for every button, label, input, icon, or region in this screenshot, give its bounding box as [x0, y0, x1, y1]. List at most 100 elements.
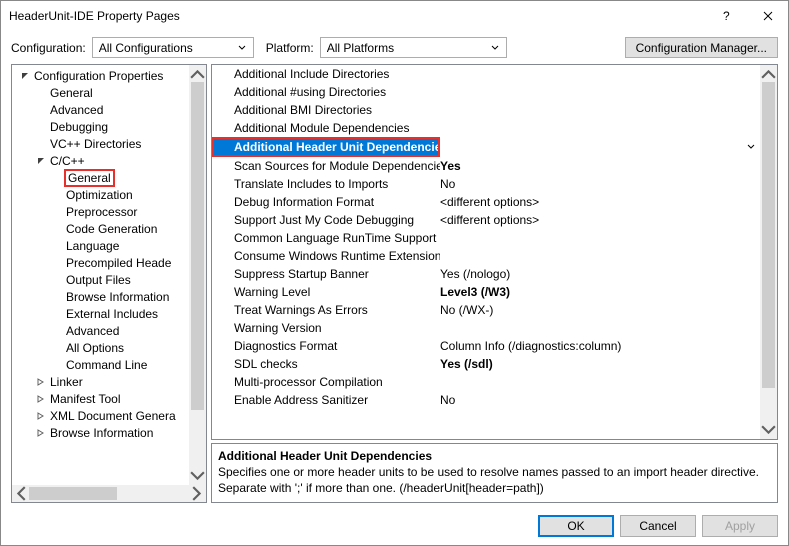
property-row[interactable]: Support Just My Code Debugging<different…: [212, 211, 760, 229]
tree-item[interactable]: Language: [12, 237, 189, 254]
tree-item[interactable]: Optimization: [12, 186, 189, 203]
property-name: SDL checks: [212, 357, 440, 371]
property-row[interactable]: Diagnostics FormatColumn Info (/diagnost…: [212, 337, 760, 355]
property-row[interactable]: Additional Header Unit Dependencies: [212, 137, 760, 157]
property-row[interactable]: Additional #using Directories: [212, 83, 760, 101]
tree-item[interactable]: All Options: [12, 339, 189, 356]
cancel-button[interactable]: Cancel: [620, 515, 696, 537]
expand-closed-icon[interactable]: [34, 412, 48, 420]
window-title: HeaderUnit-IDE Property Pages: [9, 9, 708, 23]
tree-item[interactable]: External Includes: [12, 305, 189, 322]
property-row[interactable]: Warning Version: [212, 319, 760, 337]
property-row[interactable]: Treat Warnings As ErrorsNo (/WX-): [212, 301, 760, 319]
close-button[interactable]: [748, 1, 788, 31]
property-value[interactable]: Level3 (/W3): [440, 285, 760, 299]
property-row[interactable]: Consume Windows Runtime Extension: [212, 247, 760, 265]
tree-label: General: [48, 86, 95, 100]
property-value[interactable]: Yes (/nologo): [440, 267, 760, 281]
expand-closed-icon[interactable]: [34, 395, 48, 403]
tree-item[interactable]: Browse Information: [12, 424, 189, 441]
tree-item[interactable]: Advanced: [12, 322, 189, 339]
expand-closed-icon[interactable]: [34, 378, 48, 386]
expand-open-icon[interactable]: [34, 157, 48, 165]
property-row[interactable]: Warning LevelLevel3 (/W3): [212, 283, 760, 301]
svg-text:?: ?: [723, 11, 730, 21]
ok-button[interactable]: OK: [538, 515, 614, 537]
property-value[interactable]: <different options>: [440, 213, 760, 227]
tree-item[interactable]: Command Line: [12, 356, 189, 373]
property-row[interactable]: Scan Sources for Module DependenciesYes: [212, 157, 760, 175]
property-name: Additional Header Unit Dependencies: [212, 137, 440, 157]
property-name: Additional Module Dependencies: [212, 121, 440, 135]
property-row[interactable]: Additional BMI Directories: [212, 101, 760, 119]
property-row[interactable]: Additional Module Dependencies: [212, 119, 760, 137]
tree-item[interactable]: Linker: [12, 373, 189, 390]
tree-item[interactable]: VC++ Directories: [12, 135, 189, 152]
tree-item[interactable]: Configuration Properties: [12, 67, 189, 84]
tree-item[interactable]: XML Document Genera: [12, 407, 189, 424]
property-row[interactable]: Multi-processor Compilation: [212, 373, 760, 391]
description-panel: Additional Header Unit Dependencies Spec…: [211, 443, 778, 503]
tree-item[interactable]: Browse Information: [12, 288, 189, 305]
property-name: Diagnostics Format: [212, 339, 440, 353]
property-value[interactable]: No: [440, 393, 760, 407]
tree-item[interactable]: Output Files: [12, 271, 189, 288]
property-grid[interactable]: Additional Include DirectoriesAdditional…: [212, 65, 760, 439]
tree-label: All Options: [64, 341, 126, 355]
tree-label: Preprocessor: [64, 205, 139, 219]
property-name: Additional BMI Directories: [212, 103, 440, 117]
property-row[interactable]: Additional Include Directories: [212, 65, 760, 83]
property-value[interactable]: Column Info (/diagnostics:column): [440, 339, 760, 353]
scroll-up-icon[interactable]: [189, 65, 206, 82]
configuration-value: All Configurations: [99, 41, 235, 55]
chevron-down-icon[interactable]: [742, 143, 760, 151]
tree[interactable]: Configuration PropertiesGeneralAdvancedD…: [12, 65, 189, 485]
tree-item[interactable]: C/C++: [12, 152, 189, 169]
tree-label: VC++ Directories: [48, 137, 143, 151]
tree-item[interactable]: General: [12, 169, 189, 186]
property-row[interactable]: Debug Information Format<different optio…: [212, 193, 760, 211]
tree-label: Code Generation: [64, 222, 159, 236]
scroll-right-icon[interactable]: [189, 485, 206, 502]
property-row[interactable]: SDL checksYes (/sdl): [212, 355, 760, 373]
configuration-label: Configuration:: [11, 41, 86, 55]
apply-button[interactable]: Apply: [702, 515, 778, 537]
property-row[interactable]: Suppress Startup BannerYes (/nologo): [212, 265, 760, 283]
platform-label: Platform:: [266, 41, 314, 55]
tree-label: Advanced: [64, 324, 121, 338]
property-value[interactable]: Yes: [440, 159, 760, 173]
tree-vscrollbar[interactable]: [189, 65, 206, 485]
property-value[interactable]: Yes (/sdl): [440, 357, 760, 371]
scroll-down-icon[interactable]: [189, 468, 206, 485]
tree-label: Precompiled Heade: [64, 256, 173, 270]
property-row[interactable]: Enable Address SanitizerNo: [212, 391, 760, 409]
property-row[interactable]: Translate Includes to ImportsNo: [212, 175, 760, 193]
scroll-left-icon[interactable]: [12, 485, 29, 502]
tree-hscrollbar[interactable]: [12, 485, 206, 502]
tree-item[interactable]: General: [12, 84, 189, 101]
tree-label: Manifest Tool: [48, 392, 122, 406]
tree-item[interactable]: Preprocessor: [12, 203, 189, 220]
help-button[interactable]: ?: [708, 1, 748, 31]
tree-item[interactable]: Code Generation: [12, 220, 189, 237]
property-value[interactable]: <different options>: [440, 195, 760, 209]
tree-item[interactable]: Advanced: [12, 101, 189, 118]
tree-item[interactable]: Manifest Tool: [12, 390, 189, 407]
grid-vscrollbar[interactable]: [760, 65, 777, 439]
scroll-down-icon[interactable]: [760, 422, 777, 439]
platform-dropdown[interactable]: All Platforms: [320, 37, 507, 58]
tree-item[interactable]: Precompiled Heade: [12, 254, 189, 271]
tree-label: Optimization: [64, 188, 135, 202]
property-value[interactable]: No (/WX-): [440, 303, 760, 317]
expand-closed-icon[interactable]: [34, 429, 48, 437]
property-value[interactable]: No: [440, 177, 760, 191]
expand-open-icon[interactable]: [18, 72, 32, 80]
configuration-dropdown[interactable]: All Configurations: [92, 37, 254, 58]
scroll-up-icon[interactable]: [760, 65, 777, 82]
right-panel: Additional Include DirectoriesAdditional…: [211, 64, 778, 503]
chevron-down-icon: [488, 44, 502, 52]
tree-label: Configuration Properties: [32, 69, 165, 83]
tree-item[interactable]: Debugging: [12, 118, 189, 135]
property-row[interactable]: Common Language RunTime Support: [212, 229, 760, 247]
configuration-manager-button[interactable]: Configuration Manager...: [625, 37, 778, 58]
